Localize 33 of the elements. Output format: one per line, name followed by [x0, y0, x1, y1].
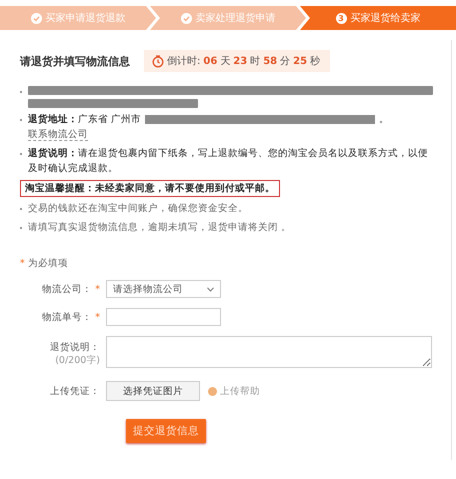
countdown-value: 23	[233, 56, 248, 66]
courier-select[interactable]: 请选择物流公司	[106, 280, 221, 298]
return-address: 退货地址：广东省 广州市	[28, 114, 142, 125]
section-title: 请退货并填写物流信息	[20, 54, 130, 68]
char-counter: (0/200字)	[55, 354, 100, 366]
countdown-label: 倒计时:	[167, 54, 200, 68]
field-label: 退货说明：	[50, 340, 100, 354]
check-icon	[30, 12, 42, 24]
info-text: 请填写真实退货物流信息，逾期未填写，退货申请将关闭 。	[28, 221, 292, 235]
text-area[interactable]	[106, 336, 432, 368]
contact-link[interactable]: 联系物流公司	[28, 129, 88, 141]
countdown-unit: 分	[280, 55, 290, 68]
input-field[interactable]	[106, 308, 221, 326]
countdown-unit: 秒	[310, 54, 320, 68]
help-icon	[208, 386, 217, 396]
step-number: 3	[336, 12, 346, 24]
countdown-value: 06	[203, 56, 218, 66]
upload-button[interactable]: 选择凭证图片	[106, 381, 200, 401]
field-label: 上传凭证：	[50, 384, 100, 398]
countdown-value: 25	[293, 56, 308, 66]
check-icon	[180, 12, 192, 24]
address-end: 。	[379, 114, 390, 125]
countdown-value: 58	[263, 56, 278, 66]
caret-icon	[207, 286, 214, 292]
field-label: 物流公司： *	[42, 282, 100, 296]
warning-notice: 淘宝温馨提醒：未经卖家同意，请不要使用到付或平邮。	[20, 180, 280, 197]
return-instructions: 退货说明：请在退货包裹内留下纸条，写上退款编号、您的淘宝会员名以及联系方式，以便及时确认完成退款。	[28, 147, 429, 176]
required-note: * 为必填项	[20, 257, 69, 270]
countdown-unit: 时	[250, 54, 260, 68]
field-label: 物流单号： *	[42, 310, 100, 324]
timer-icon	[152, 54, 164, 68]
countdown-unit: 天	[220, 55, 230, 68]
info-text: 交易的钱款还在淘宝中间账户，确保您资金安全。	[28, 202, 248, 216]
